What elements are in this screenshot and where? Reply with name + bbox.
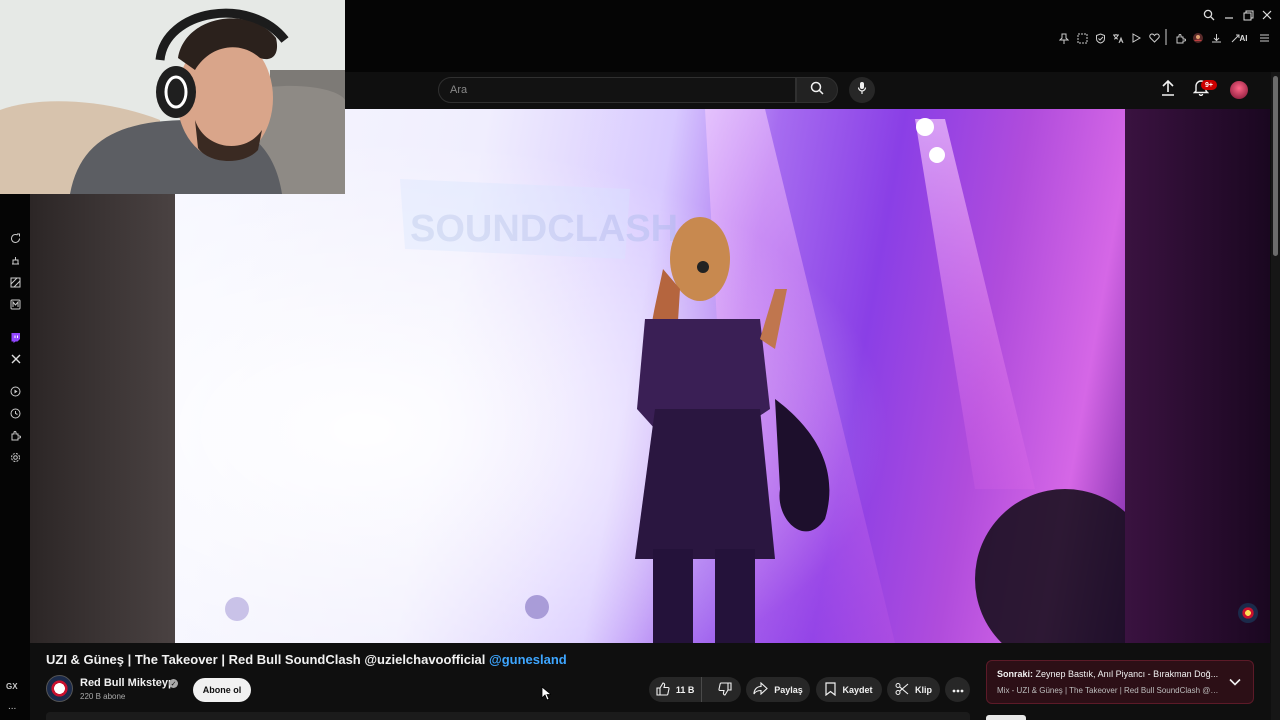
share-button[interactable]: Paylaş — [746, 677, 810, 702]
search-icon — [810, 81, 824, 100]
notification-badge: 9+ — [1201, 80, 1217, 90]
clip-label: Klip — [915, 684, 932, 695]
twitch-icon[interactable] — [8, 330, 23, 345]
chip-edge — [986, 715, 1026, 720]
ai-label: AI — [1239, 33, 1248, 43]
bookmark-icon — [825, 681, 837, 698]
subscriber-count: 220 B abone — [80, 692, 126, 701]
gx-control-icon[interactable] — [8, 253, 23, 268]
extensions-icon[interactable] — [1172, 30, 1188, 46]
messenger-icon[interactable] — [8, 297, 23, 312]
clip-button[interactable]: Klip — [887, 677, 940, 702]
upload-icon — [1160, 79, 1176, 102]
save-button[interactable]: Kaydet — [816, 677, 882, 702]
history-icon[interactable] — [8, 406, 23, 421]
search-tabs-icon[interactable] — [1200, 6, 1218, 24]
like-dislike-group: 11 B — [649, 677, 741, 702]
voice-search-button[interactable] — [849, 77, 875, 103]
settings-gear-icon[interactable] — [8, 450, 23, 465]
search-input[interactable]: Ara — [438, 77, 796, 103]
channel-avatar[interactable] — [46, 675, 73, 702]
up-next-video-title: Zeynep Bastık, Anıl Piyancı - Bırakman D… — [1035, 669, 1219, 679]
share-label: Paylaş — [774, 684, 803, 695]
toolbar-separator — [1165, 29, 1167, 45]
up-next-prefix: Sonraki: — [997, 669, 1034, 679]
shield-icon[interactable] — [1092, 30, 1108, 46]
video-title: UZI & Güneş | The Takeover | Red Bull So… — [46, 652, 567, 667]
save-label: Kaydet — [842, 684, 873, 695]
opera-gx-label[interactable]: GX — [6, 682, 18, 691]
verified-badge-icon: ✓ — [169, 679, 178, 688]
download-icon[interactable] — [1208, 30, 1224, 46]
scissors-icon — [895, 682, 909, 698]
more-actions-button[interactable] — [945, 677, 970, 702]
up-next-title[interactable]: Sonraki: Zeynep Bastık, Anıl Piyancı - B… — [997, 669, 1219, 679]
title-mention-link[interactable]: @gunesland — [489, 652, 567, 667]
up-next-subtitle: Mix - UZI & Güneş | The Takeover | Red B… — [997, 686, 1219, 695]
video-title-text: UZI & Güneş | The Takeover | Red Bull So… — [46, 652, 486, 667]
sidebar-extensions-icon[interactable] — [8, 428, 23, 443]
like-button[interactable]: 11 B — [649, 677, 703, 702]
like-count: 11 B — [675, 684, 695, 695]
webcam-overlay — [0, 0, 345, 194]
description-box-edge — [46, 712, 970, 720]
account-avatar[interactable] — [1230, 81, 1248, 99]
snapshot-icon[interactable] — [1074, 30, 1090, 46]
streamer-webcam-image — [0, 0, 345, 194]
pin-icon[interactable] — [1056, 30, 1072, 46]
dislike-button[interactable] — [708, 677, 741, 702]
channel-name[interactable]: Red Bull Miksteyp — [80, 677, 175, 689]
ambient-right — [1125, 109, 1270, 643]
play-icon[interactable] — [1128, 30, 1144, 46]
scrollbar-thumb[interactable] — [1273, 76, 1278, 256]
speed-dial-icon[interactable] — [8, 231, 23, 246]
translate-icon[interactable] — [1110, 30, 1126, 46]
create-upload-button[interactable] — [1156, 78, 1180, 102]
more-horizontal-icon — [952, 685, 964, 695]
subscribe-button[interactable]: Abone ol — [193, 678, 251, 702]
minimize-icon[interactable] — [1220, 6, 1238, 24]
restore-icon[interactable] — [1239, 6, 1257, 24]
up-next-card[interactable] — [986, 660, 1254, 704]
channel-watermark-icon[interactable] — [1238, 603, 1258, 623]
ai-icon[interactable]: AI — [1228, 30, 1250, 46]
share-arrow-icon — [753, 681, 769, 697]
easy-setup-icon[interactable] — [1256, 30, 1272, 46]
stage-banner-text: SOUNDCLASH — [410, 208, 678, 250]
profile-extension-icon[interactable] — [1190, 30, 1206, 46]
x-twitter-icon[interactable] — [8, 351, 23, 366]
thumbs-up-icon — [656, 681, 670, 698]
thumbs-down-icon — [718, 681, 732, 698]
mouse-cursor-icon — [541, 686, 553, 706]
player-icon[interactable] — [8, 384, 23, 399]
microphone-icon — [857, 81, 867, 100]
search-placeholder: Ara — [450, 84, 468, 96]
close-icon[interactable] — [1258, 6, 1276, 24]
search-button[interactable] — [796, 77, 838, 103]
heart-icon[interactable] — [1146, 30, 1162, 46]
sidebar-more-button[interactable]: ... — [8, 701, 16, 712]
gx-cleaner-icon[interactable] — [8, 275, 23, 290]
chevron-down-icon[interactable] — [1228, 675, 1242, 689]
